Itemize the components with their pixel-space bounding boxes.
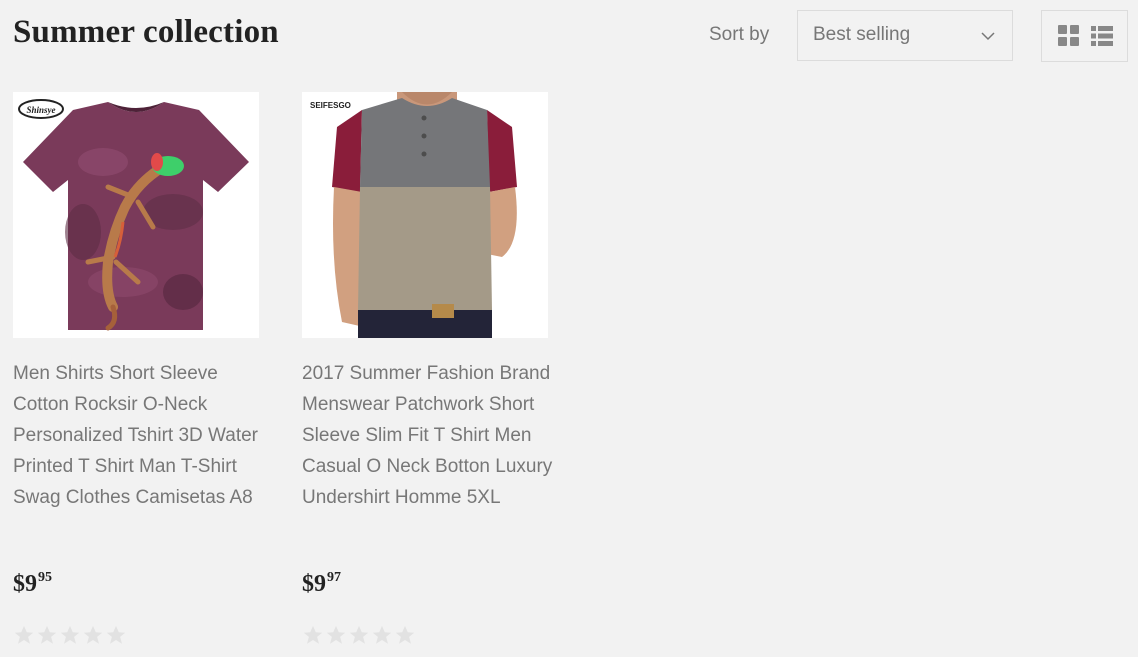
product-title[interactable]: Men Shirts Short Sleeve Cotton Rocksir O… [13, 358, 265, 513]
product-image[interactable]: SEIFESGO [302, 92, 548, 338]
grid-view-icon[interactable] [1057, 24, 1081, 48]
tshirt-image: Shinsye [13, 92, 259, 338]
svg-text:SEIFESGO: SEIFESGO [310, 101, 351, 110]
sort-select[interactable]: Best selling [797, 10, 1013, 61]
collection-page: Summer collection Sort by Best selling S… [0, 0, 1138, 657]
product-card[interactable]: Shinsye Men Shirts Short Sleeve Cotton R… [13, 92, 261, 644]
product-price: $997 [302, 570, 341, 598]
star-icon [83, 625, 103, 644]
view-mode-toggle [1041, 10, 1128, 62]
star-icon [326, 625, 346, 644]
star-rating [302, 624, 416, 646]
star-icon [106, 625, 126, 644]
sort-selected-value: Best selling [813, 24, 911, 45]
star-icon [37, 625, 57, 644]
product-card[interactable]: SEIFESGO 2017 Summer Fashion Brand Mensw… [302, 92, 552, 644]
price-main: $9 [13, 571, 37, 597]
product-title[interactable]: 2017 Summer Fashion Brand Menswear Patch… [302, 358, 554, 513]
star-icon [60, 625, 80, 644]
list-view-icon[interactable] [1090, 24, 1114, 48]
price-main: $9 [302, 571, 326, 597]
tshirt-image: SEIFESGO [302, 92, 548, 338]
price-cents: 95 [38, 570, 52, 585]
star-icon [14, 625, 34, 644]
chevron-down-icon [981, 32, 995, 41]
product-image[interactable]: Shinsye [13, 92, 259, 338]
star-rating [13, 624, 127, 646]
star-icon [395, 625, 415, 644]
star-icon [349, 625, 369, 644]
star-icon [303, 625, 323, 644]
sort-label: Sort by [709, 24, 770, 45]
page-title: Summer collection [13, 14, 279, 50]
star-icon [372, 625, 392, 644]
product-price: $995 [13, 570, 52, 598]
svg-text:Shinsye: Shinsye [26, 105, 55, 115]
price-cents: 97 [327, 570, 341, 585]
